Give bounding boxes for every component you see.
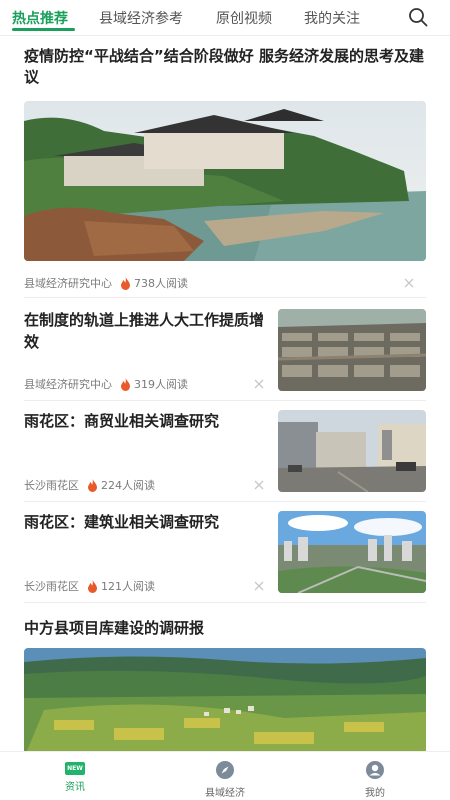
fire-icon — [121, 377, 130, 391]
active-tab-indicator — [12, 28, 75, 31]
fire-icon — [88, 579, 97, 593]
article-thumbnail[interactable] — [278, 511, 426, 593]
tab-county-economy[interactable]: 县域经济参考 — [99, 8, 183, 28]
article-title[interactable]: 雨花区：建筑业相关调查研究 — [24, 511, 272, 533]
fire-icon — [121, 276, 130, 290]
divider — [24, 400, 426, 401]
nav-label: 我的 — [365, 788, 385, 799]
bottom-nav: NEW 资讯 县域经济 我的 — [0, 751, 450, 800]
compass-icon — [216, 761, 234, 779]
article-reads: 738人阅读 — [134, 277, 188, 290]
article-reads: 121人阅读 — [101, 580, 155, 593]
article-source: 长沙雨花区 — [24, 580, 79, 593]
article-thumbnail[interactable] — [278, 309, 426, 391]
article-feed[interactable]: 疫情防控“平战结合”结合阶段做好 服务经济发展的思考及建议 县域经济研究中心 7… — [0, 37, 450, 751]
nav-label: 县域经济 — [205, 788, 245, 799]
close-icon[interactable] — [404, 278, 414, 288]
close-icon[interactable] — [254, 581, 264, 591]
article-image[interactable] — [24, 648, 426, 751]
nav-news[interactable]: NEW 资讯 — [30, 758, 120, 793]
tab-my-follow[interactable]: 我的关注 — [304, 8, 360, 28]
close-icon[interactable] — [254, 480, 264, 490]
fire-icon — [88, 478, 97, 492]
nav-mine[interactable]: 我的 — [330, 758, 420, 799]
article-title[interactable]: 雨花区：商贸业相关调查研究 — [24, 410, 272, 432]
article-source: 长沙雨花区 — [24, 479, 79, 492]
nav-label: 资讯 — [65, 782, 85, 793]
article-source: 县域经济研究中心 — [24, 277, 112, 290]
nav-county-economy[interactable]: 县域经济 — [180, 758, 270, 799]
article-title[interactable]: 在制度的轨道上推进人大工作提质增效 — [24, 309, 272, 353]
divider — [24, 602, 426, 603]
tab-hot[interactable]: 热点推荐 — [12, 8, 68, 28]
article-image[interactable] — [24, 101, 426, 261]
article-meta: 县域经济研究中心 738人阅读 — [24, 275, 188, 291]
tab-original-video[interactable]: 原创视频 — [216, 8, 272, 28]
article-title[interactable]: 疫情防控“平战结合”结合阶段做好 服务经济发展的思考及建议 — [24, 46, 426, 88]
new-badge-icon: NEW — [65, 762, 85, 775]
article-reads: 224人阅读 — [101, 479, 155, 492]
divider — [24, 297, 426, 298]
article-thumbnail[interactable] — [278, 410, 426, 492]
article-meta: 长沙雨花区 224人阅读 — [24, 477, 155, 493]
close-icon[interactable] — [254, 379, 264, 389]
article-source: 县域经济研究中心 — [24, 378, 112, 391]
article-title[interactable]: 中方县项目库建设的调研报 — [24, 618, 426, 639]
article-meta: 县域经济研究中心 319人阅读 — [24, 376, 188, 392]
article-reads: 319人阅读 — [134, 378, 188, 391]
top-tab-bar: 热点推荐 县域经济参考 原创视频 我的关注 — [0, 0, 450, 36]
article-meta: 长沙雨花区 121人阅读 — [24, 578, 155, 594]
divider — [24, 501, 426, 502]
user-icon — [366, 761, 384, 779]
search-icon[interactable] — [408, 7, 428, 27]
